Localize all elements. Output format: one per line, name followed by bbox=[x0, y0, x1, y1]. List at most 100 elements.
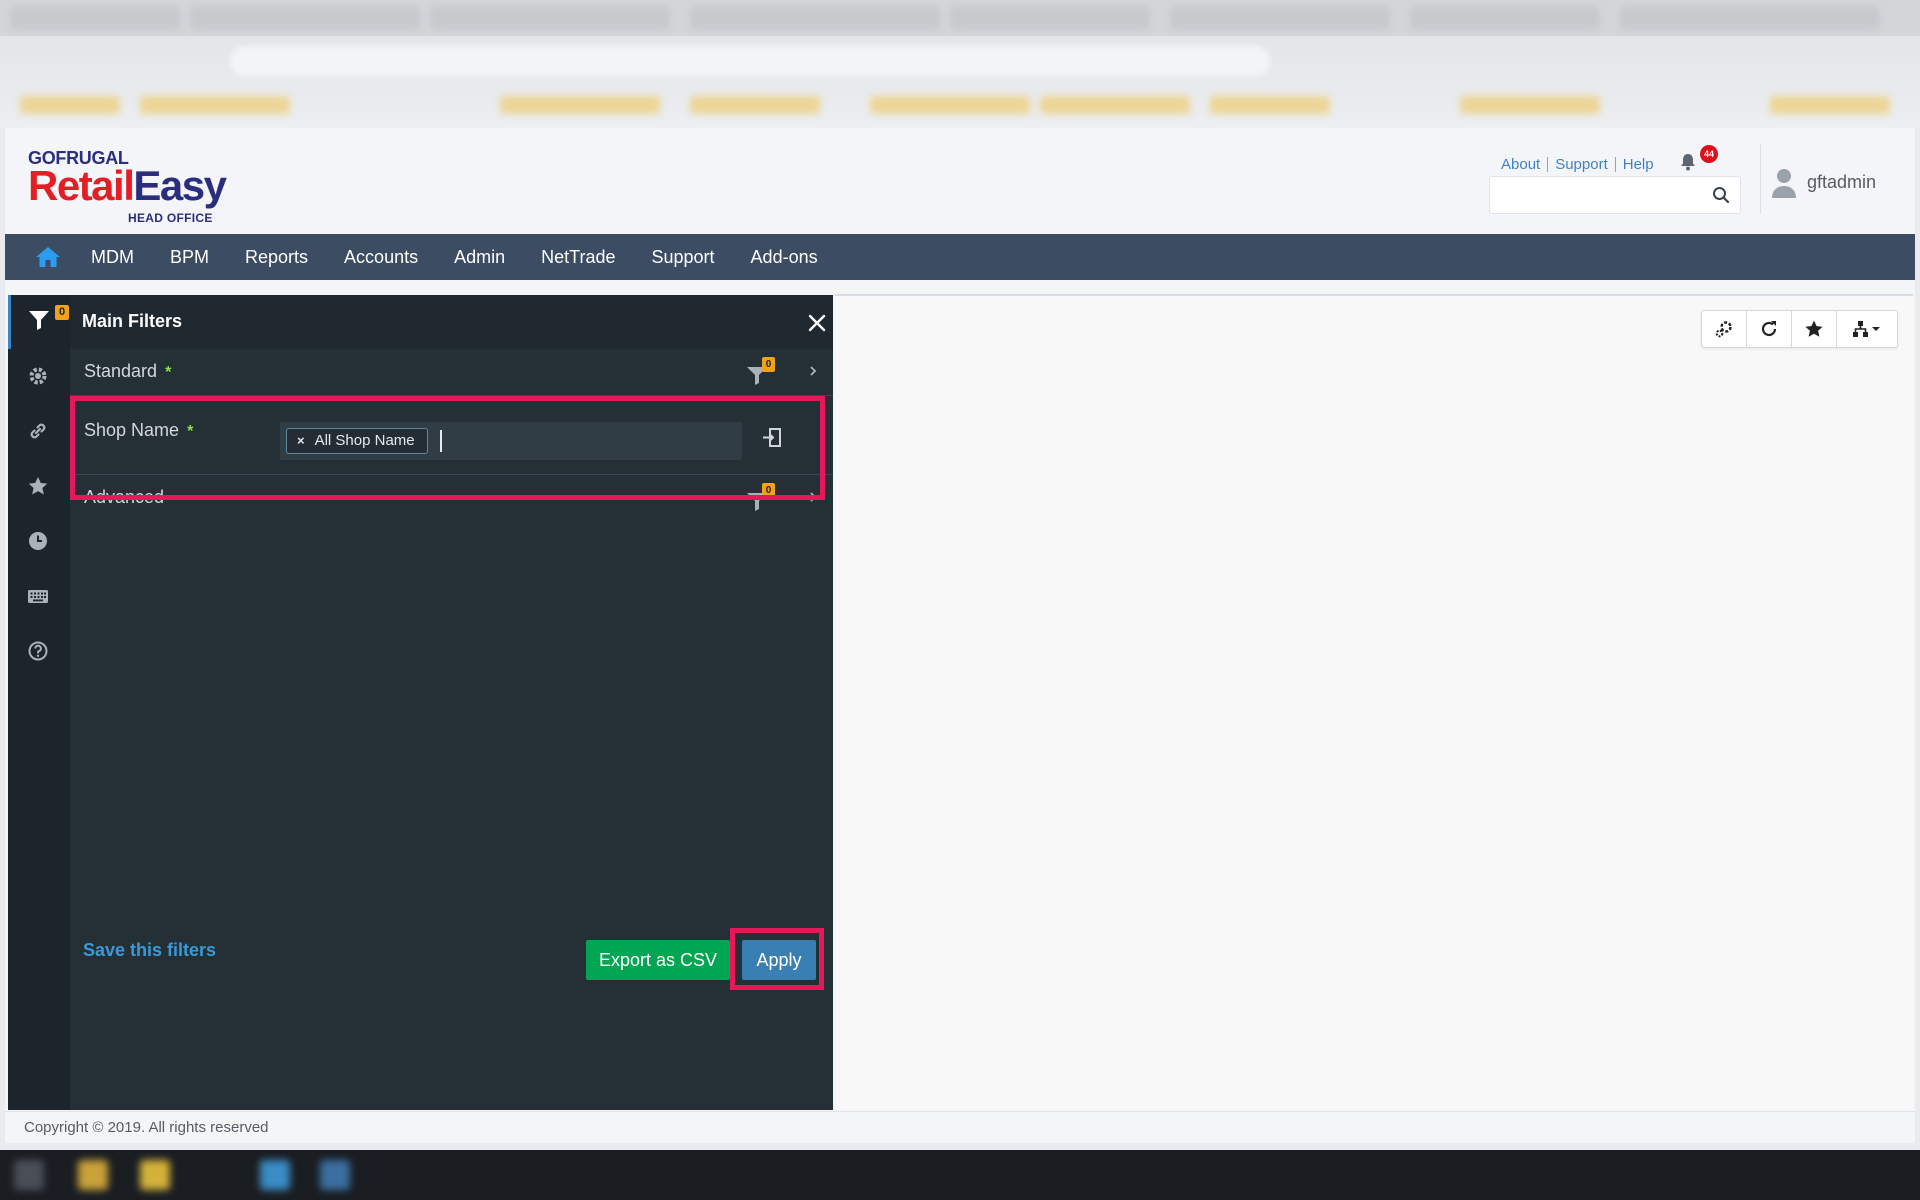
standard-label-text: Standard bbox=[84, 361, 158, 381]
browser-tab[interactable] bbox=[10, 6, 180, 30]
shop-name-tag-input[interactable]: × All Shop Name bbox=[280, 422, 742, 460]
about-link[interactable]: About bbox=[1501, 156, 1549, 172]
logo-product-part2: Easy bbox=[133, 162, 227, 209]
favorite-button[interactable] bbox=[1792, 311, 1837, 347]
help-icon[interactable] bbox=[27, 640, 49, 662]
required-mark: * bbox=[187, 423, 194, 440]
logo-edition: HEAD OFFICE bbox=[128, 211, 213, 225]
keyboard-icon[interactable] bbox=[27, 585, 49, 607]
settings-button[interactable] bbox=[1702, 311, 1747, 347]
bell-icon[interactable] bbox=[1678, 152, 1698, 172]
text-caret bbox=[440, 430, 442, 452]
clock-icon[interactable] bbox=[27, 530, 49, 552]
browser-tab[interactable] bbox=[1170, 6, 1390, 30]
bookmark-item[interactable] bbox=[1460, 96, 1600, 114]
filter-panel-header: Main Filters bbox=[70, 295, 833, 349]
nav-support[interactable]: Support bbox=[634, 234, 733, 280]
nav-nettrade[interactable]: NetTrade bbox=[523, 234, 633, 280]
bookmark-item[interactable] bbox=[1770, 96, 1890, 114]
taskbar-app-icon[interactable] bbox=[260, 1160, 290, 1190]
browser-chrome bbox=[0, 0, 1920, 128]
notification-badge: 44 bbox=[1700, 145, 1718, 163]
close-icon[interactable] bbox=[807, 313, 827, 333]
taskbar-app-icon[interactable] bbox=[320, 1160, 350, 1190]
nav-accounts[interactable]: Accounts bbox=[326, 234, 436, 280]
browser-tab[interactable] bbox=[690, 6, 940, 30]
page-footer: Copyright © 2019. All rights reserved bbox=[5, 1111, 1915, 1143]
browser-tab-strip bbox=[0, 0, 1920, 36]
browser-tab[interactable] bbox=[1620, 6, 1880, 30]
bookmark-item[interactable] bbox=[500, 96, 660, 114]
gofrugal-logo[interactable]: GOFRUGAL RetailEasy HEAD OFFICE bbox=[28, 148, 268, 228]
taskbar-app-icon[interactable] bbox=[140, 1160, 170, 1190]
selected-shop-tag: × All Shop Name bbox=[286, 428, 428, 454]
nav-add-ons[interactable]: Add-ons bbox=[733, 234, 836, 280]
chevron-right-icon[interactable] bbox=[808, 489, 818, 505]
tag-label: All Shop Name bbox=[314, 432, 415, 449]
star-icon[interactable] bbox=[27, 475, 49, 497]
browser-tab[interactable] bbox=[190, 6, 420, 30]
content-toolbar bbox=[1701, 310, 1898, 348]
nav-admin[interactable]: Admin bbox=[436, 234, 523, 280]
refresh-button[interactable] bbox=[1747, 311, 1792, 347]
rail-filter-tab[interactable]: 0 bbox=[8, 295, 70, 349]
home-button[interactable] bbox=[23, 234, 73, 280]
star-icon bbox=[1805, 320, 1823, 337]
search-input[interactable] bbox=[1490, 177, 1700, 213]
bookmark-item[interactable] bbox=[20, 96, 120, 114]
bookmark-item[interactable] bbox=[1210, 96, 1330, 114]
logo-product-part1: Retail bbox=[28, 162, 135, 209]
report-content-area bbox=[835, 294, 1913, 1110]
settings-cog-icon bbox=[1715, 321, 1732, 338]
nav-bpm[interactable]: BPM bbox=[152, 234, 227, 280]
advanced-section-label: Advanced bbox=[84, 487, 165, 507]
standard-section-label: Standard * bbox=[84, 361, 171, 382]
required-mark: * bbox=[165, 364, 172, 381]
shop-name-filter-row: Shop Name * × All Shop Name bbox=[70, 395, 833, 475]
browser-tab[interactable] bbox=[430, 6, 670, 30]
main-nav: MDM BPM Reports Accounts Admin NetTrade … bbox=[5, 234, 1915, 280]
nav-reports[interactable]: Reports bbox=[227, 234, 326, 280]
chevron-right-icon[interactable] bbox=[808, 363, 818, 379]
home-icon bbox=[36, 247, 60, 267]
help-link[interactable]: Help bbox=[1616, 157, 1661, 172]
logo-product: RetailEasy bbox=[28, 162, 227, 210]
user-name[interactable]: gftadmin bbox=[1807, 172, 1876, 193]
search-icon[interactable] bbox=[1712, 186, 1730, 204]
top-links: About Support Help bbox=[1501, 154, 1661, 174]
export-csv-button[interactable]: Export as CSV bbox=[586, 940, 730, 980]
search-box bbox=[1489, 176, 1741, 214]
os-taskbar bbox=[0, 1150, 1920, 1200]
standard-filter-count-badge: 0 bbox=[762, 357, 775, 372]
shop-name-label: Shop Name * bbox=[84, 420, 193, 441]
hierarchy-dropdown-button[interactable] bbox=[1837, 311, 1897, 347]
bookmark-item[interactable] bbox=[870, 96, 1030, 114]
tag-remove-button[interactable]: × bbox=[297, 429, 305, 453]
filter-icon bbox=[29, 311, 49, 330]
standard-section-header[interactable]: Standard * 0 bbox=[70, 349, 833, 395]
main-filters-panel: 0 Main Filters Standard * 0 Shop Name * … bbox=[8, 295, 833, 1110]
filter-count-badge: 0 bbox=[55, 305, 69, 320]
app-header: GOFRUGAL RetailEasy HEAD OFFICE About Su… bbox=[5, 128, 1915, 234]
bookmark-item[interactable] bbox=[140, 96, 290, 114]
browser-tab[interactable] bbox=[1410, 6, 1600, 30]
advanced-filter-count-badge: 0 bbox=[762, 483, 775, 498]
support-link[interactable]: Support bbox=[1548, 156, 1616, 172]
browser-address-bar[interactable] bbox=[230, 46, 1270, 76]
bookmark-item[interactable] bbox=[690, 96, 820, 114]
advanced-section-header[interactable]: Advanced 0 bbox=[70, 475, 833, 521]
popout-select-icon[interactable] bbox=[760, 426, 784, 450]
hierarchy-dropdown-icon bbox=[1853, 321, 1880, 337]
taskbar-app-icon[interactable] bbox=[14, 1160, 44, 1190]
nav-mdm[interactable]: MDM bbox=[73, 234, 152, 280]
panel-title: Main Filters bbox=[82, 311, 183, 331]
browser-tab[interactable] bbox=[950, 6, 1150, 30]
bookmark-item[interactable] bbox=[1040, 96, 1190, 114]
taskbar-app-icon[interactable] bbox=[78, 1160, 108, 1190]
save-filters-link[interactable]: Save this filters bbox=[83, 940, 216, 961]
header-divider bbox=[1760, 144, 1761, 214]
link-icon[interactable] bbox=[27, 420, 49, 442]
user-avatar-icon[interactable] bbox=[1771, 168, 1797, 198]
apply-button[interactable]: Apply bbox=[742, 940, 816, 980]
gear-icon[interactable] bbox=[27, 365, 49, 387]
